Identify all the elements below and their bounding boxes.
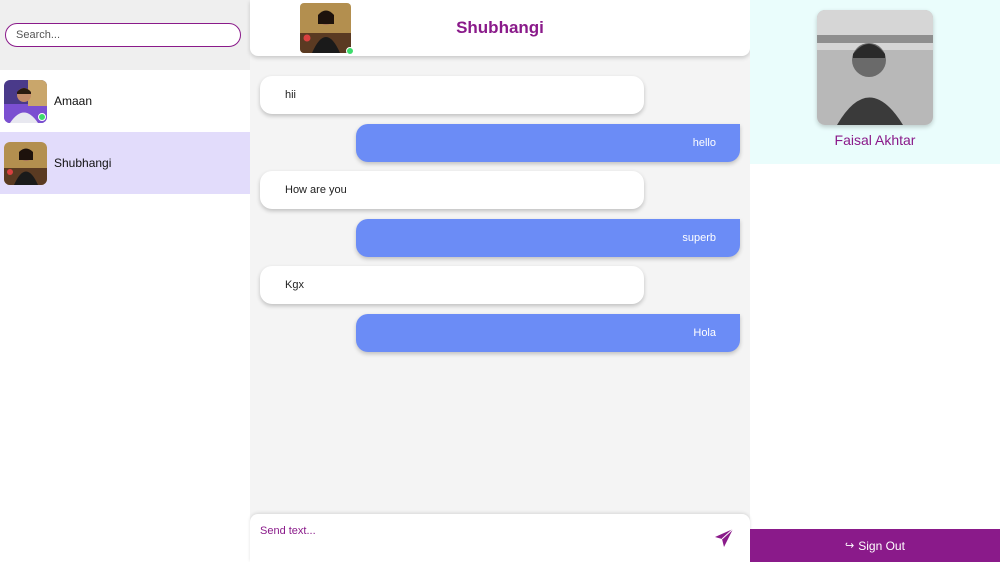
contact-item-amaan[interactable]: Amaan	[0, 70, 250, 132]
chat-title: Shubhangi	[456, 18, 544, 37]
message-composer	[250, 514, 750, 562]
send-button[interactable]	[714, 528, 734, 548]
message-received: hii	[260, 76, 644, 114]
message-text: How are you	[285, 184, 347, 196]
avatar	[4, 79, 47, 123]
message-text: superb	[682, 232, 716, 244]
avatar	[817, 10, 933, 125]
profile-panel: Faisal Akhtar	[750, 0, 1000, 164]
message-sent: superb	[356, 219, 740, 257]
contact-item-shubhangi[interactable]: Shubhangi	[0, 132, 250, 194]
search-input[interactable]	[5, 23, 241, 47]
contacts-sidebar: Amaan Shubhangi	[0, 0, 250, 562]
message-text: Hola	[693, 327, 716, 339]
sign-out-label: Sign Out	[858, 538, 905, 553]
search-area	[0, 0, 250, 70]
online-status-dot	[346, 47, 354, 55]
message-sent: Hola	[356, 314, 740, 352]
online-status-dot	[38, 112, 46, 121]
send-icon	[715, 528, 734, 547]
profile-name: Faisal Akhtar	[834, 132, 916, 148]
message-input[interactable]	[260, 523, 700, 539]
chat-panel: Shubhangi hii hello How are you superb K…	[250, 0, 750, 562]
message-text: hii	[285, 89, 297, 101]
sign-out-button[interactable]: ↪ Sign Out	[750, 529, 1000, 562]
message-text: Kgx	[285, 279, 304, 291]
contact-name: Shubhangi	[54, 156, 112, 170]
sign-out-icon: ↪	[845, 540, 855, 552]
avatar	[4, 141, 47, 185]
message-text: hello	[692, 137, 716, 149]
message-received: How are you	[260, 171, 644, 209]
message-received: Kgx	[260, 266, 644, 304]
contact-name: Amaan	[54, 94, 93, 108]
chat-header: Shubhangi	[250, 0, 750, 56]
message-sent: hello	[356, 124, 740, 162]
